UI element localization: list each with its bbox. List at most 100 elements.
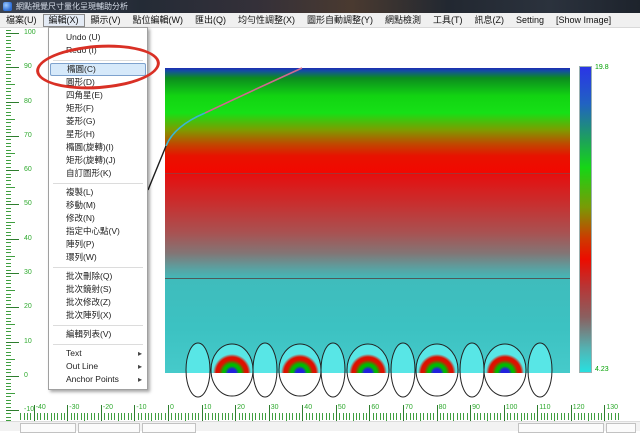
hruler-tick: [91, 413, 92, 420]
vruler-tick: [6, 57, 11, 58]
menubar-item-3[interactable]: 點位編輯(W): [127, 14, 190, 27]
hruler-tick: [383, 413, 384, 420]
heatmap-canvas[interactable]: [165, 68, 570, 373]
hruler-tick: [598, 413, 599, 420]
edit-menu-item-16[interactable]: 指定中心點(V): [50, 225, 146, 238]
hruler-tick: [544, 413, 545, 420]
hruler-tick: [564, 413, 565, 420]
edit-menu-item-20[interactable]: 批次刪除(Q): [50, 270, 146, 283]
edit-menu-item-25[interactable]: 編輯列表(V): [50, 328, 146, 341]
edit-menu-item-23[interactable]: 批次陣列(X): [50, 309, 146, 322]
menubar-item-11[interactable]: [Show Image]: [550, 14, 617, 27]
hruler-tick: [480, 413, 481, 420]
hruler-tick: [24, 413, 25, 420]
menubar-item-7[interactable]: 網點檢測: [379, 14, 427, 27]
vruler-tick: [6, 386, 11, 387]
hruler-tick: [30, 413, 31, 420]
edit-menu-item-21[interactable]: 批次鏡射(S): [50, 283, 146, 296]
hruler-tick: [57, 413, 58, 420]
hruler-tick: [312, 413, 313, 420]
vruler-tick: [6, 71, 11, 72]
vruler-label: 100: [24, 29, 36, 36]
hruler-tick: [427, 413, 428, 420]
hruler-tick: [591, 413, 592, 420]
menubar-item-2[interactable]: 顯示(V): [85, 14, 127, 27]
edit-menu-item-9[interactable]: 橢圓(旋轉)(I): [50, 141, 146, 154]
edit-menu-item-10[interactable]: 矩形(旋轉)(J): [50, 154, 146, 167]
hruler-tick: [578, 413, 579, 420]
hruler-tick: [205, 413, 206, 420]
menu-separator: [53, 183, 143, 184]
edit-menu-item-0[interactable]: Undo (U): [50, 31, 146, 44]
hruler-tick: [255, 413, 256, 420]
hruler-label: 20: [237, 404, 245, 411]
menubar-item-5[interactable]: 均勻性調整(X): [232, 14, 301, 27]
menubar-item-9[interactable]: 訊息(Z): [469, 14, 511, 27]
vruler-label: 60: [24, 166, 32, 173]
vruler-tick: [6, 54, 11, 55]
hruler-tick: [346, 413, 347, 420]
ellipse-outline-wide: [279, 344, 321, 396]
window-title: 網點視覺尺寸量化呈現輔助分析: [16, 0, 128, 13]
vruler-tick: [6, 105, 11, 106]
hruler-tick: [356, 413, 357, 420]
hruler-tick: [443, 413, 444, 420]
edit-menu-item-7[interactable]: 菱形(G): [50, 115, 146, 128]
edit-menu-item-15[interactable]: 修改(N): [50, 212, 146, 225]
vruler-tick: [6, 249, 11, 250]
hruler-tick: [279, 413, 280, 420]
edit-menu-item-3[interactable]: 橢圓(C): [50, 63, 146, 76]
menubar-item-4[interactable]: 匯出(Q): [189, 14, 232, 27]
edit-menu-item-28[interactable]: Out Line▸: [50, 360, 146, 373]
edit-menu-item-27[interactable]: Text▸: [50, 347, 146, 360]
vruler-tick: [6, 204, 19, 205]
vruler-tick: [6, 383, 11, 384]
hruler-tick: [393, 413, 394, 420]
vruler-tick: [6, 335, 11, 336]
edit-menu-item-13[interactable]: 複製(L): [50, 186, 146, 199]
vruler-tick: [6, 259, 11, 260]
hruler-tick: [128, 413, 129, 420]
vruler-tick: [6, 304, 11, 305]
edit-menu-item-8[interactable]: 星形(H): [50, 128, 146, 141]
vruler-tick: [6, 403, 11, 404]
edit-menu-item-22[interactable]: 批次修改(Z): [50, 296, 146, 309]
edit-menu-item-5[interactable]: 四角星(E): [50, 89, 146, 102]
hruler-tick: [514, 413, 515, 420]
edit-menu-item-17[interactable]: 陣列(P): [50, 238, 146, 251]
edit-menu-item-14[interactable]: 移動(M): [50, 199, 146, 212]
overlay-line-lower: [165, 278, 570, 279]
hruler-tick: [410, 413, 411, 420]
hruler-tick: [608, 413, 609, 420]
hruler-tick: [54, 413, 55, 420]
hruler-tick: [145, 413, 146, 420]
hruler-tick: [329, 413, 330, 420]
edit-menu-item-18[interactable]: 環列(W): [50, 251, 146, 264]
menubar-item-1[interactable]: 編輯(X): [43, 14, 85, 27]
vruler-tick: [6, 372, 11, 373]
vruler-tick: [6, 115, 11, 116]
hruler-tick: [500, 413, 501, 420]
edit-menu-item-29[interactable]: Anchor Points▸: [50, 373, 146, 386]
vruler-tick: [6, 379, 11, 380]
hruler-label: -10: [136, 404, 146, 411]
hruler-tick: [282, 413, 283, 420]
vruler-tick: [6, 348, 11, 349]
vruler-tick: [6, 132, 11, 133]
edit-menu-item-4[interactable]: 圓形(D): [50, 76, 146, 89]
menubar-item-8[interactable]: 工具(T): [427, 14, 469, 27]
edit-menu-item-1[interactable]: Redo (I): [50, 44, 146, 57]
vruler-tick: [6, 30, 11, 31]
vruler-tick: [6, 60, 11, 61]
hruler-tick: [534, 413, 535, 420]
hruler-tick: [81, 413, 82, 420]
vruler-tick: [6, 136, 19, 137]
edit-menu-item-11[interactable]: 自訂圖形(K): [50, 167, 146, 180]
edit-menu-item-6[interactable]: 矩形(F): [50, 102, 146, 115]
menubar-item-10[interactable]: Setting: [510, 14, 550, 27]
vruler-tick: [6, 177, 11, 178]
hruler-tick: [440, 413, 441, 420]
menubar-item-6[interactable]: 圖形自動調整(Y): [301, 14, 379, 27]
hruler-tick: [77, 413, 78, 420]
menubar-item-0[interactable]: 檔案(U): [0, 14, 43, 27]
